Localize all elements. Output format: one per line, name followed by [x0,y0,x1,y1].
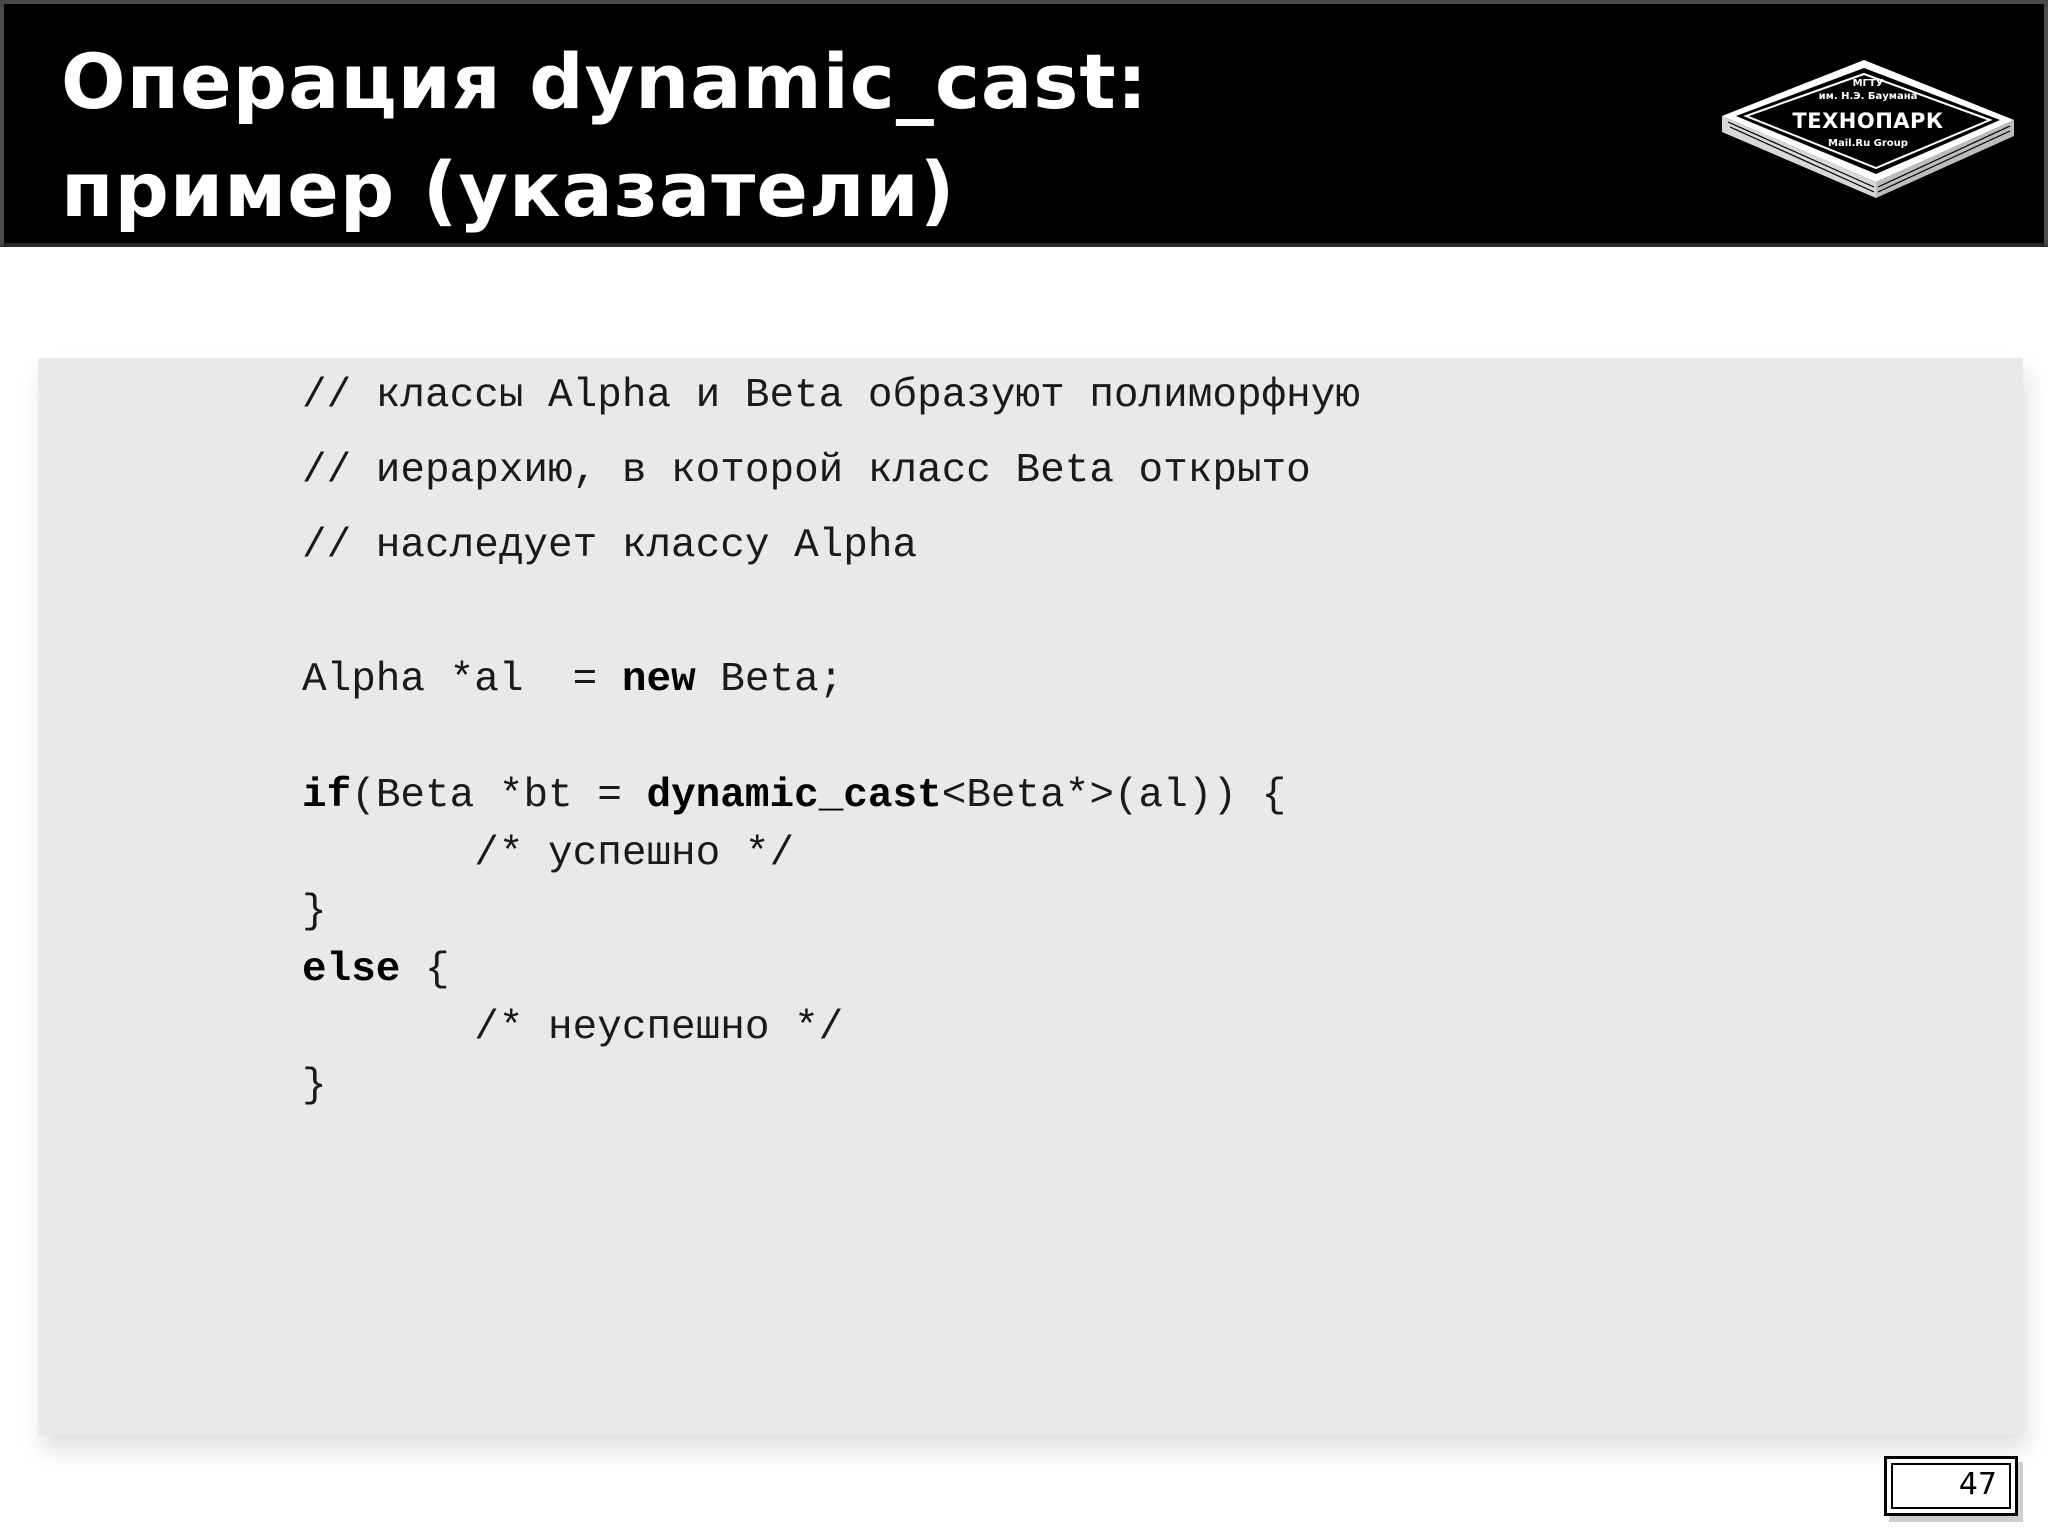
keyword-if: if [302,773,352,819]
code-else-line: else { [302,947,450,993]
code-close-brace-1: } [302,889,327,935]
code-comment-line-2: // иерархию, в которой класс Beta открыт… [302,448,1311,494]
logo-line-1: МГТУ [1852,78,1884,89]
code-listing: // классы Alpha и Beta образуют полиморф… [302,358,1360,1109]
code-if-line: if(Beta *bt = dynamic_cast<Beta*>(al)) { [302,773,1287,819]
code-success-comment: /* успешно */ [302,831,795,877]
slide-title: Операция dynamic_cast: пример (указатели… [61,28,1148,244]
page-number-badge: 47 [1884,1456,2018,1516]
slide-header: Операция dynamic_cast: пример (указатели… [0,0,2048,247]
code-block: // классы Alpha и Beta образуют полиморф… [38,358,2023,1435]
code-close-brace-2: } [302,1063,327,1109]
logo-sub: Mail.Ru Group [1828,138,1908,149]
logo-brand: ТЕХНОПАРК [1792,109,1944,133]
logo-line-2: им. Н.Э. Баумана [1818,91,1918,102]
code-comment-line-1: // классы Alpha и Beta образуют полиморф… [302,373,1360,419]
code-fail-comment: /* неуспешно */ [302,1005,844,1051]
keyword-new: new [621,657,696,703]
keyword-dynamic-cast: dynamic_cast [646,773,942,819]
keyword-else: else [302,947,401,993]
technopark-logo: МГТУ им. Н.Э. Баумана ТЕХНОПАРК Mail.Ru … [1710,54,2026,204]
slide-title-line-2: пример (указатели) [61,145,956,234]
code-declaration-line: Alpha *al = new Beta; [302,657,844,703]
page-number: 47 [1958,1467,1997,1502]
slide-title-line-1: Операция dynamic_cast: [61,37,1149,126]
code-comment-line-3: // наследует классу Alpha [302,523,918,569]
